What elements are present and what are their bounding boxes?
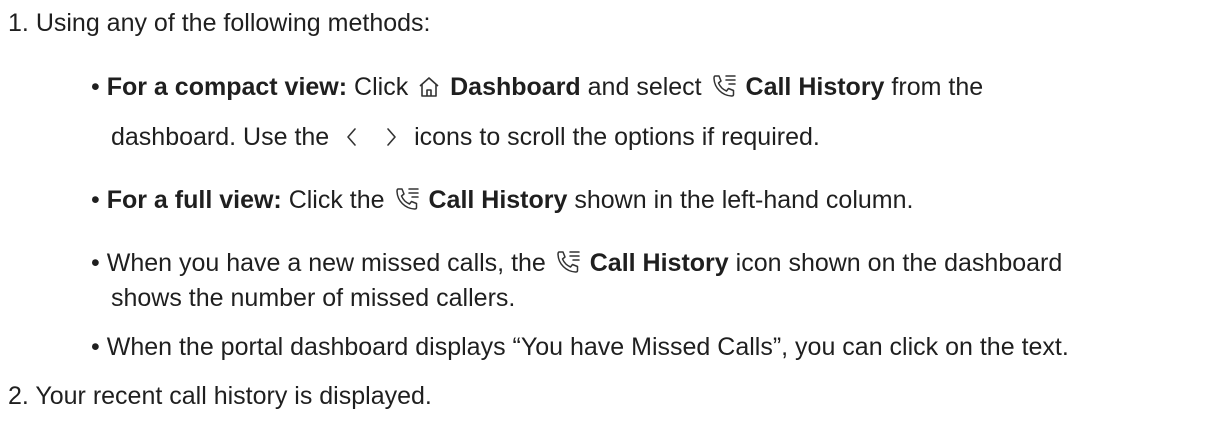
call-history-icon [711, 73, 737, 99]
step-2: 2. Your recent call history is displayed… [8, 381, 432, 411]
dashboard-label: Dashboard [450, 73, 581, 101]
bullet-text: icons to scroll the options if required. [414, 123, 820, 151]
instructions-page: 1. Using any of the following methods: •… [0, 0, 1220, 424]
step-1: 1. Using any of the following methods: [8, 8, 430, 38]
call-history-icon [394, 186, 420, 212]
bullet-missed-calls: • When you have a new missed calls, the … [91, 248, 1062, 278]
bullet-text: dashboard. Use the [111, 123, 330, 151]
bullet-dot: • [91, 333, 100, 361]
bullet-dot: • [91, 73, 100, 101]
bullet-text: When the portal dashboard displays “You … [106, 333, 1069, 361]
step-number: 1. [8, 9, 29, 37]
bullet-text: Click [354, 73, 409, 101]
bullet-compact-view: • For a compact view: Click Dashboard an… [91, 72, 983, 102]
chevron-left-icon [342, 125, 362, 155]
home-icon [417, 75, 441, 99]
bullet-dot: • [91, 186, 100, 214]
bullet-dot: • [91, 249, 100, 277]
bullet-missed-calls-line2: shows the number of missed callers. [111, 283, 515, 313]
bullet-text: shown in the left-hand column. [574, 186, 914, 214]
bullet-missed-calls-link: • When the portal dashboard displays “Yo… [91, 332, 1069, 362]
step-text: Using any of the following methods: [35, 9, 431, 37]
step-number: 2. [8, 382, 29, 410]
bullet-text: and select [587, 73, 702, 101]
bullet-text: When you have a new missed calls, the [106, 249, 546, 277]
call-history-label: Call History [745, 73, 885, 101]
bullet-text: Click the [288, 186, 385, 214]
call-history-label: Call History [589, 249, 729, 277]
bullet-text: icon shown on the dashboard [735, 249, 1063, 277]
call-history-label: Call History [428, 186, 568, 214]
chevron-right-icon [381, 125, 401, 155]
bullet-full-view: • For a full view: Click the Call Histor… [91, 185, 913, 215]
call-history-icon [555, 249, 581, 275]
step-text: Your recent call history is displayed. [35, 382, 432, 410]
bullet-text: from the [891, 73, 984, 101]
bullet-lead: For a compact view: [106, 73, 348, 101]
bullet-text: shows the number of missed callers. [111, 284, 516, 312]
bullet-lead: For a full view: [106, 186, 282, 214]
bullet-compact-view-line2: dashboard. Use the icons to scroll the o… [111, 122, 820, 155]
